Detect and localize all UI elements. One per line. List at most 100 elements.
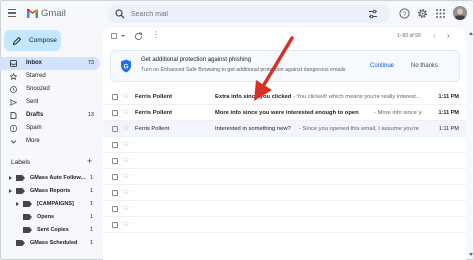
email-row-blurred[interactable]: ☆ — [103, 153, 466, 169]
continue-button[interactable]: Continue — [370, 63, 394, 69]
sidebar-item-sent[interactable]: Sent — [0, 96, 100, 109]
email-time: 1:11 PM — [438, 93, 459, 100]
draft-count: 13 — [87, 112, 94, 118]
email-sender: Ferris Pollent — [135, 109, 173, 116]
row-checkbox[interactable] — [112, 190, 118, 196]
email-row[interactable]: ☆ Ferris Pollent More info since you wer… — [103, 105, 466, 121]
label-item-sent-copies[interactable]: Sent Copies 1 — [0, 224, 100, 237]
refresh-icon[interactable] — [134, 32, 143, 41]
star-icon[interactable]: ☆ — [123, 173, 129, 180]
row-checkbox[interactable] — [112, 206, 118, 212]
no-thanks-button[interactable]: No thanks — [411, 63, 438, 69]
label-count: 1 — [89, 240, 93, 246]
sidebar-item-snoozed[interactable]: Snoozed — [0, 83, 100, 96]
compose-label: Compose — [29, 37, 57, 44]
row-checkbox[interactable] — [112, 142, 118, 148]
scrollbar[interactable] — [468, 28, 474, 260]
email-sender: Ferris Pollent — [135, 93, 173, 100]
row-checkbox[interactable] — [112, 222, 118, 228]
search-input[interactable] — [131, 8, 361, 20]
help-icon[interactable]: ? — [399, 8, 410, 19]
label-tag-icon — [23, 227, 32, 233]
row-checkbox[interactable] — [112, 158, 118, 164]
star-icon — [10, 73, 17, 80]
star-icon[interactable]: ☆ — [123, 141, 129, 148]
apps-grid-icon[interactable] — [435, 8, 446, 19]
email-row[interactable]: ☆ Ferris Pollent Extra info since you cl… — [103, 89, 466, 105]
sidebar-item-starred[interactable]: Starred — [0, 70, 100, 83]
row-checkbox[interactable] — [112, 126, 118, 132]
star-icon[interactable]: ☆ — [123, 157, 129, 164]
expand-arrow-icon[interactable] — [9, 189, 12, 193]
label-tag-icon — [23, 201, 32, 207]
email-subject: Interested in something new? — [215, 125, 291, 132]
sidebar-item-inbox[interactable]: Inbox 73 — [0, 57, 100, 70]
sidebar-item-label: Inbox — [26, 60, 42, 66]
label-name: GMass Scheduled — [30, 239, 78, 246]
banner-title: Get additional protection against phishi… — [141, 57, 252, 63]
search-bar[interactable] — [107, 5, 390, 23]
list-toolbar: ⋮ 1–50 of 93 ‹ › — [103, 28, 466, 45]
email-row-blurred[interactable]: ☆ — [103, 137, 466, 153]
label-name: Sent Copies — [37, 226, 69, 233]
email-snippet: - More info since you'... — [374, 109, 422, 116]
email-row-blurred[interactable]: ☆ — [103, 169, 466, 185]
gmail-logo[interactable]: Gmail — [27, 8, 66, 19]
star-icon[interactable]: ☆ — [123, 93, 129, 100]
search-icon[interactable] — [115, 9, 125, 19]
add-label-icon[interactable]: + — [87, 156, 92, 166]
select-all-checkbox[interactable] — [111, 33, 117, 39]
email-row-blurred[interactable]: ☆ — [103, 201, 466, 217]
pencil-icon — [12, 36, 22, 45]
label-name: Opens — [37, 213, 55, 220]
star-icon[interactable]: ☆ — [123, 221, 129, 228]
more-options-icon[interactable]: ⋮ — [152, 31, 160, 39]
svg-text:?: ? — [403, 11, 407, 18]
sidebar-item-label: More — [26, 138, 40, 144]
settings-gear-icon[interactable] — [417, 8, 428, 19]
compose-button[interactable]: Compose — [4, 30, 61, 51]
label-name: [CAMPAIGNS] — [37, 200, 74, 207]
row-checkbox[interactable] — [112, 94, 118, 100]
sidebar-item-label: Drafts — [26, 112, 44, 118]
star-icon[interactable]: ☆ — [123, 189, 129, 196]
account-avatar[interactable] — [453, 6, 467, 20]
unread-count: 73 — [87, 60, 94, 66]
email-snippet: - You clicked! which means you're really… — [293, 93, 421, 100]
sidebar-item-more[interactable]: More — [0, 135, 100, 148]
sidebar-item-label: Starred — [26, 73, 46, 79]
row-checkbox[interactable] — [112, 174, 118, 180]
clock-icon — [10, 86, 17, 93]
star-icon[interactable]: ☆ — [123, 205, 129, 212]
select-dropdown-icon[interactable] — [121, 35, 125, 37]
top-bar: Gmail ? — [0, 0, 474, 28]
app-name: Gmail — [41, 8, 66, 19]
main-menu-icon[interactable] — [8, 9, 16, 18]
label-item-gmass-reports[interactable]: GMass Reports 1 — [0, 185, 100, 198]
label-item-campaigns[interactable]: [CAMPAIGNS] 1 — [0, 198, 100, 211]
sidebar-item-spam[interactable]: Spam — [0, 122, 100, 135]
star-icon[interactable]: ☆ — [123, 109, 129, 116]
email-subject: Extra info since you clicked — [215, 93, 292, 100]
label-tag-icon — [16, 175, 25, 181]
label-count: 1 — [89, 175, 93, 181]
expand-arrow-icon[interactable] — [16, 202, 19, 206]
draft-file-icon — [10, 112, 17, 119]
search-options-icon[interactable] — [368, 9, 378, 19]
email-sender: Ferris Pollent — [135, 125, 170, 132]
label-item-gmass-scheduled[interactable]: GMass Scheduled 1 — [0, 237, 100, 250]
sidebar-item-label: Spam — [26, 125, 42, 131]
email-row-blurred[interactable]: ☆ — [103, 185, 466, 201]
label-item-opens[interactable]: Opens 1 — [0, 211, 100, 224]
shield-icon: G — [121, 59, 131, 73]
star-icon[interactable]: ☆ — [123, 125, 129, 132]
row-checkbox[interactable] — [112, 110, 118, 116]
sidebar-item-drafts[interactable]: Drafts 13 — [0, 109, 100, 122]
message-list-panel: ⋮ 1–50 of 93 ‹ › G Get additional protec… — [103, 28, 466, 260]
expand-arrow-icon[interactable] — [9, 176, 12, 180]
email-row[interactable]: ☆ Ferris Pollent Interested in something… — [103, 121, 466, 137]
label-item-gmass-auto-follow[interactable]: GMass Auto Follow... 1 — [0, 172, 100, 185]
email-row-blurred[interactable]: ☆ — [103, 217, 466, 233]
chevron-right-icon[interactable]: › — [447, 32, 455, 40]
chevron-left-icon[interactable]: ‹ — [433, 32, 441, 40]
